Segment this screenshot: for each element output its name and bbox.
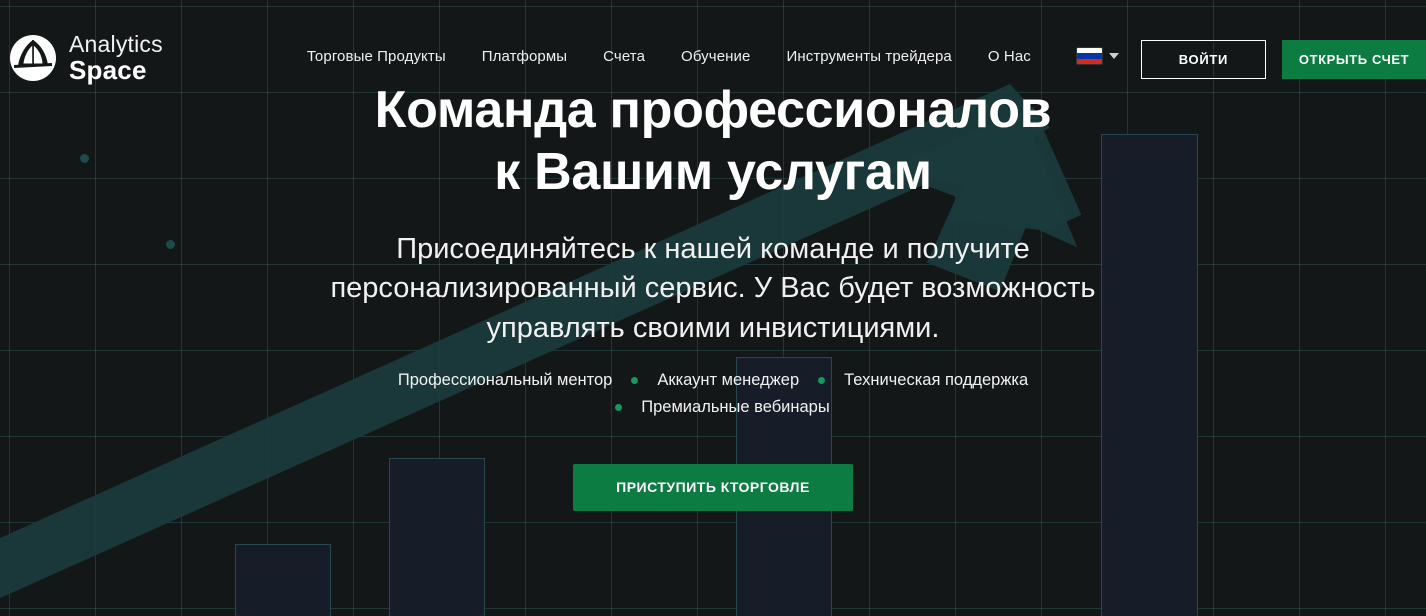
brand-wordmark: Analytics Space (69, 31, 163, 85)
russia-flag-icon (1076, 48, 1102, 64)
landing-page-root: Analytics Space Торговые Продукты Платфо… (0, 0, 1426, 616)
nav-item-accounts[interactable]: Счета (585, 48, 663, 65)
nav-item-trading-products[interactable]: Торговые Продукты (289, 48, 464, 65)
language-selector[interactable] (1076, 48, 1119, 64)
feature-item-mentor: Профессиональный ментор (397, 370, 613, 389)
brand-logo[interactable]: Analytics Space (8, 33, 163, 83)
nav-item-about-us[interactable]: О Нас (970, 48, 1049, 65)
feature-item-technical-support: Техническая поддержка (844, 370, 1029, 389)
nav-item-platforms[interactable]: Платформы (464, 48, 585, 65)
analytics-space-logo-icon (10, 35, 56, 81)
feature-list: Профессиональный ментор Аккаунт менеджер… (283, 371, 1143, 417)
nav-item-trader-tools[interactable]: Инструменты трейдера (768, 48, 969, 65)
brand-line-1: Analytics (69, 31, 163, 57)
nav-item-education[interactable]: Обучение (663, 48, 768, 65)
feature-item-premium-webinars: Премиальные вебинары (641, 397, 830, 416)
page-title-line-2: к Вашим услугам (494, 142, 932, 201)
start-trading-button[interactable]: ПРИСТУПИТЬ К ТОРГОВЛЕ (573, 463, 853, 511)
open-account-button[interactable]: ОТКРЫТЬ СЧЕТ (1282, 40, 1426, 79)
bullet-separator-icon (818, 376, 826, 384)
site-header: Analytics Space Торговые Продукты Платфо… (0, 0, 1426, 120)
hero-subtitle: Присоединяйтесь к нашей команде и получи… (330, 232, 1096, 345)
brand-line-2: Space (69, 55, 147, 85)
main-navigation: Торговые Продукты Платформы Счета Обучен… (289, 48, 1049, 65)
chevron-down-icon (1108, 53, 1119, 59)
bullet-separator-icon (631, 376, 639, 384)
feature-item-account-manager: Аккаунт менеджер (657, 370, 800, 389)
cta-line-1: ПРИСТУПИТЬ К (616, 478, 730, 495)
cta-line-2: ТОРГОВЛЕ (729, 478, 810, 495)
login-button[interactable]: ВОЙТИ (1140, 40, 1267, 79)
bullet-separator-icon (615, 403, 623, 411)
